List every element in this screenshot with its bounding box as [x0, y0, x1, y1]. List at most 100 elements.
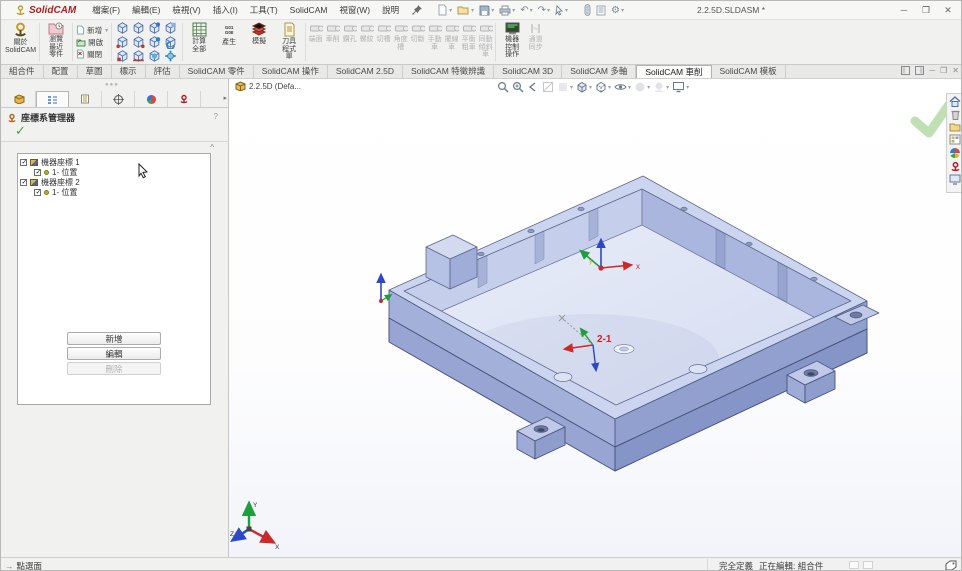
options-button[interactable]: ⚙ [609, 4, 626, 17]
tab-solidcam-afrm[interactable]: SolidCAM 特徵辨識 [403, 65, 494, 78]
cam-cube-icon[interactable] [147, 21, 162, 35]
tab-solidcam-multiaxis[interactable]: SolidCAM 多軸 [562, 65, 636, 78]
tool-sheet-button[interactable]: 刀具 程式 單 [274, 21, 304, 63]
tab-solidcam-part[interactable]: SolidCAM 零件 [180, 65, 254, 78]
status-faint-icon[interactable] [849, 561, 859, 569]
turning-manual-button[interactable]: 手動 車 [426, 21, 443, 63]
tag-icon[interactable] [945, 560, 957, 571]
tab-property-manager[interactable] [69, 91, 102, 107]
simulate-button[interactable]: 模擬 [244, 21, 274, 63]
tab-solidcam-manager[interactable] [3, 91, 36, 107]
turning-drill-button[interactable]: 鑽孔 [341, 21, 358, 63]
zoom-fit-icon[interactable] [497, 81, 509, 93]
select-button[interactable] [553, 4, 570, 17]
3d-model-canvas[interactable]: x y 2-1 [229, 79, 962, 557]
browse-recent-parts-button[interactable]: 瀏覽 最近 零件 [41, 21, 71, 63]
rebuild-button[interactable] [582, 3, 593, 17]
cam-cube-icon[interactable] [115, 49, 130, 63]
menu-tools[interactable]: 工具(T) [244, 2, 284, 18]
dock-pane-icon[interactable] [901, 66, 910, 75]
file-properties-button[interactable] [594, 4, 608, 17]
delete-coordsys-button[interactable]: 刪除 [67, 362, 161, 375]
dock-pane-right-icon[interactable] [915, 66, 924, 75]
calculate-all-button[interactable]: 計算 全部 [184, 21, 214, 63]
cam-cube-icon[interactable] [163, 49, 178, 63]
doc-minimize-button[interactable]: ─ [929, 66, 935, 75]
tab-appearances[interactable] [135, 91, 168, 107]
undo-button[interactable]: ↶ [518, 4, 534, 17]
design-library-icon[interactable] [949, 122, 961, 132]
cam-cube-icon[interactable] [147, 35, 162, 49]
status-faint-icon[interactable] [863, 561, 873, 569]
graphics-viewport[interactable]: 2.2.5D (Defa... [229, 79, 962, 557]
hide-show-items-icon[interactable] [614, 81, 631, 93]
doc-close-button[interactable]: ✕ [952, 66, 959, 75]
pin-menu-icon[interactable] [411, 4, 423, 16]
tab-solidcam-template[interactable]: SolidCAM 模板 [712, 65, 786, 78]
tab-layout[interactable]: 配置 [44, 65, 78, 78]
menu-edit[interactable]: 編輯(E) [126, 2, 166, 18]
tree-item-position-1[interactable]: 1- 位置 [20, 167, 208, 177]
tree-item-machine-coordsys-1[interactable]: 機器座標 1 [20, 157, 208, 167]
cam-cube-icon[interactable] [131, 35, 146, 49]
view-palette-icon[interactable] [949, 134, 961, 145]
cam-cube-icon[interactable] [163, 21, 178, 35]
help-icon[interactable]: ? [214, 112, 218, 121]
tab-feature-manager[interactable] [36, 91, 69, 107]
cam-cube-icon[interactable] [131, 49, 146, 63]
save-button[interactable] [477, 4, 496, 17]
section-view-icon[interactable] [542, 81, 554, 93]
tab-solidcam-turning[interactable]: SolidCAM 車削 [636, 65, 711, 78]
cam-cube-icon[interactable] [163, 35, 178, 49]
view-orientation-icon[interactable] [576, 81, 592, 93]
menu-view[interactable]: 檢視(V) [166, 2, 206, 18]
turning-balanced-rough-button[interactable]: 平衡 粗車 [460, 21, 477, 63]
close-cam-part-button[interactable]: 關閉 [76, 49, 108, 60]
turning-turn-button[interactable]: 車削 [324, 21, 341, 63]
open-document-button[interactable] [455, 4, 476, 17]
tab-solidcam-3d[interactable]: SolidCAM 3D [494, 65, 562, 78]
turning-groove-button[interactable]: 切槽 [375, 21, 392, 63]
channel-sync-button[interactable]: 通道 同步 [527, 21, 544, 63]
display-style-icon[interactable] [595, 81, 611, 93]
checkbox-icon[interactable] [20, 179, 27, 186]
zoom-area-icon[interactable] [512, 81, 524, 93]
menu-help[interactable]: 說明 [376, 2, 405, 18]
open-cam-part-button[interactable]: 開啟 [76, 37, 108, 48]
model-part[interactable] [389, 176, 879, 471]
appearances-icon[interactable] [634, 81, 650, 93]
menu-window[interactable]: 視窗(W) [333, 2, 376, 18]
turning-angle-groove-button[interactable]: 角度 槽 [392, 21, 409, 63]
about-solidcam-button[interactable]: 關於 SolidCAM [3, 21, 38, 63]
minimize-button[interactable]: ─ [893, 1, 915, 19]
tab-sketch[interactable]: 草圖 [78, 65, 112, 78]
clipping-icon[interactable] [557, 81, 573, 93]
turning-sync-incline-button[interactable]: 同動 傾斜 車 [477, 21, 494, 63]
cam-cube-icon[interactable] [147, 49, 162, 63]
confirm-check-icon[interactable]: ✓ [15, 123, 26, 139]
menu-insert[interactable]: 插入(I) [207, 2, 244, 18]
file-explorer-icon[interactable] [949, 174, 961, 185]
view-settings-icon[interactable] [672, 81, 689, 93]
tree-item-machine-coordsys-2[interactable]: 機器座標 2 [20, 177, 208, 187]
tab-solidcam-tool[interactable] [168, 91, 201, 107]
menu-solidcam[interactable]: SolidCAM [284, 3, 334, 17]
tab-markup[interactable]: 標示 [112, 65, 146, 78]
solidcam-taskpane-icon[interactable] [950, 161, 961, 172]
appearances-scenes-icon[interactable] [949, 147, 961, 159]
new-document-button[interactable] [435, 3, 454, 17]
tree-item-position-2[interactable]: 1- 位置 [20, 187, 208, 197]
machine-control-button[interactable]: 機器 控制 操作 [497, 21, 527, 63]
add-coordsys-button[interactable]: 新增 [67, 332, 161, 345]
turning-thread-button[interactable]: 螺紋 [358, 21, 375, 63]
tab-assembly[interactable]: 組合件 [1, 65, 44, 78]
generate-gcode-button[interactable]: G01 G0II 產生 [214, 21, 244, 63]
panel-overflow-icon[interactable]: ▸ [223, 94, 227, 102]
print-button[interactable] [497, 4, 517, 17]
menu-file[interactable]: 檔案(F) [86, 2, 126, 18]
previous-view-icon[interactable] [527, 81, 539, 93]
cam-cube-icon[interactable] [131, 21, 146, 35]
home-icon[interactable] [949, 96, 961, 107]
tab-evaluate[interactable]: 評估 [146, 65, 180, 78]
restore-button[interactable]: ❐ [915, 1, 937, 19]
